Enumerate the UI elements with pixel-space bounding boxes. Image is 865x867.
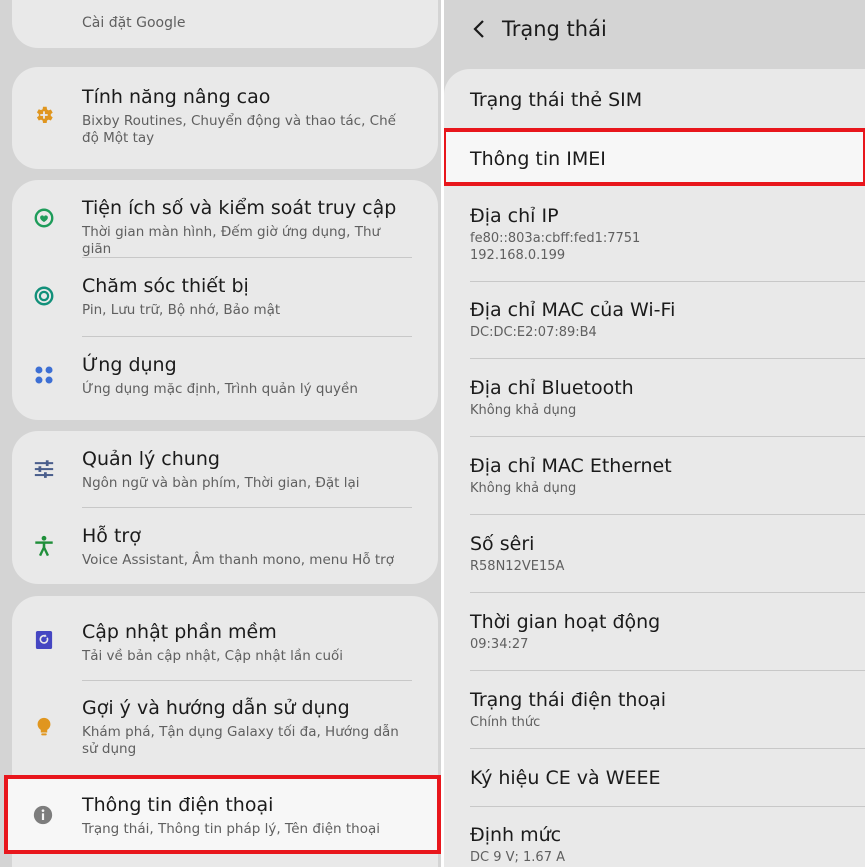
settings-item-device-care[interactable]: Chăm sóc thiết bị Pin, Lưu trữ, Bộ nhớ, … [12, 258, 438, 336]
item-subtitle: Ngôn ngữ và bàn phím, Thời gian, Đặt lại [82, 475, 360, 491]
item-subtitle: DC:DC:E2:07:89:B4 [470, 325, 597, 340]
item-title: Gợi ý và hướng dẫn sử dụng [82, 697, 350, 719]
item-subtitle: Trạng thái, Thông tin pháp lý, Tên điện … [82, 821, 381, 837]
digital-wellbeing-icon [32, 206, 56, 230]
item-title: Địa chỉ MAC Ethernet [470, 455, 672, 477]
item-title: Hỗ trợ [82, 525, 141, 547]
item-title: Ứng dụng [82, 354, 177, 376]
page-title: Trạng thái [502, 17, 607, 41]
settings-item-accessibility[interactable]: Hỗ trợ Voice Assistant, Âm thanh mono, m… [12, 508, 438, 584]
item-subtitle: Pin, Lưu trữ, Bộ nhớ, Bảo mật [82, 302, 281, 318]
item-subtitle: Tải về bản cập nhật, Cập nhật lần cuối [82, 648, 344, 664]
item-title: Địa chỉ Bluetooth [470, 377, 634, 399]
item-subtitle: Ứng dụng mặc định, Trình quản lý quyền [82, 381, 358, 397]
divider [470, 806, 865, 807]
status-item-rating[interactable]: Định mức DC 9 V; 1.67 A [470, 823, 865, 866]
status-item-ip[interactable]: Địa chỉ IP fe80::803a:cbff:fed1:7751 192… [470, 204, 865, 264]
divider [470, 592, 865, 593]
item-subtitle: 09:34:27 [470, 637, 529, 652]
gear-plus-icon [32, 103, 56, 127]
status-item-sim[interactable]: Trạng thái thẻ SIM [470, 88, 865, 112]
divider [470, 358, 865, 359]
status-item-ce-weee[interactable]: Ký hiệu CE và WEEE [470, 766, 865, 790]
settings-item-about-phone[interactable]: Thông tin điện thoại Trạng thái, Thông t… [4, 775, 441, 854]
item-title: Cập nhật phần mềm [82, 621, 277, 643]
accessibility-icon [32, 534, 56, 558]
item-title: Địa chỉ IP [470, 205, 559, 227]
divider [470, 748, 865, 749]
item-title: Ký hiệu CE và WEEE [470, 767, 661, 789]
item-title: Trạng thái thẻ SIM [470, 89, 643, 111]
divider [470, 281, 865, 282]
status-panel: Trạng thái Trạng thái thẻ SIM Địa chỉ IP… [444, 0, 865, 867]
status-item-wifi-mac[interactable]: Địa chỉ MAC của Wi-Fi DC:DC:E2:07:89:B4 [470, 298, 865, 341]
settings-item-digital-wellbeing[interactable]: Tiện ích số và kiểm soát truy cập Thời g… [12, 180, 438, 258]
device-care-icon [32, 284, 56, 308]
settings-item-apps[interactable]: Ứng dụng Ứng dụng mặc định, Trình quản l… [12, 337, 438, 417]
item-subtitle: Khám phá, Tận dụng Galaxy tối đa, Hướng … [82, 724, 399, 757]
item-title: Thông tin IMEI [470, 148, 606, 170]
item-subtitle: R58N12VE15A [470, 559, 565, 574]
status-item-imei[interactable]: Thông tin IMEI [444, 128, 865, 186]
item-title: Thông tin điện thoại [82, 794, 274, 816]
item-title: Tiện ích số và kiểm soát truy cập [82, 197, 397, 219]
item-title: Trạng thái điện thoại [470, 689, 667, 711]
settings-item-general-management[interactable]: Quản lý chung Ngôn ngữ và bàn phím, Thời… [12, 431, 438, 507]
item-subtitle: fe80::803a:cbff:fed1:7751 192.168.0.199 [470, 231, 641, 263]
item-title: Địa chỉ MAC của Wi-Fi [470, 299, 676, 321]
status-card: Trạng thái thẻ SIM Địa chỉ IP fe80::803a… [444, 69, 865, 867]
divider [470, 670, 865, 671]
apps-icon [32, 363, 56, 387]
settings-item-tips[interactable]: Gợi ý và hướng dẫn sử dụng Khám phá, Tận… [12, 681, 438, 773]
back-arrow-icon[interactable] [468, 16, 490, 42]
lightbulb-icon [32, 715, 56, 739]
settings-item-software-update[interactable]: Cập nhật phần mềm Tải về bản cập nhật, C… [12, 596, 438, 680]
settings-card-advanced: Tính năng nâng cao Bixby Routines, Chuyể… [12, 67, 438, 169]
item-subtitle: Voice Assistant, Âm thanh mono, menu Hỗ … [82, 552, 394, 568]
item-title: Chăm sóc thiết bị [82, 275, 249, 297]
sliders-icon [32, 457, 56, 481]
item-subtitle: Thời gian màn hình, Đếm giờ ứng dụng, Th… [82, 224, 381, 257]
item-subtitle: Chính thức [470, 715, 541, 730]
settings-card-general: Quản lý chung Ngôn ngữ và bàn phím, Thời… [12, 431, 438, 584]
item-subtitle: Không khả dụng [470, 481, 577, 496]
settings-card-device: Tiện ích số và kiểm soát truy cập Thời g… [12, 180, 438, 420]
item-title: Tính năng nâng cao [82, 86, 271, 108]
settings-card-top: Cài đặt Google [12, 0, 438, 48]
divider [470, 514, 865, 515]
settings-item-advanced-features[interactable]: Tính năng nâng cao Bixby Routines, Chuyể… [12, 67, 438, 169]
item-title: Thời gian hoạt động [470, 611, 661, 633]
item-title: Quản lý chung [82, 448, 220, 470]
status-item-ethernet-mac[interactable]: Địa chỉ MAC Ethernet Không khả dụng [470, 454, 865, 497]
item-title: Số sêri [470, 533, 535, 555]
status-item-bluetooth[interactable]: Địa chỉ Bluetooth Không khả dụng [470, 376, 865, 419]
divider [470, 436, 865, 437]
google-settings-item-partial[interactable]: Cài đặt Google [82, 14, 185, 32]
status-item-serial[interactable]: Số sêri R58N12VE15A [470, 532, 865, 575]
software-update-icon [32, 628, 56, 652]
info-icon [32, 804, 54, 826]
status-header: Trạng thái [444, 0, 865, 60]
status-item-uptime[interactable]: Thời gian hoạt động 09:34:27 [470, 610, 865, 653]
item-subtitle: Bixby Routines, Chuyển động và thao tác,… [82, 113, 396, 146]
item-subtitle: Không khả dụng [470, 403, 577, 418]
item-subtitle: DC 9 V; 1.67 A [470, 850, 565, 865]
item-title: Định mức [470, 824, 562, 846]
settings-panel: Cài đặt Google Tính năng nâng cao Bixby … [0, 0, 441, 867]
status-item-phone-status[interactable]: Trạng thái điện thoại Chính thức [470, 688, 865, 731]
